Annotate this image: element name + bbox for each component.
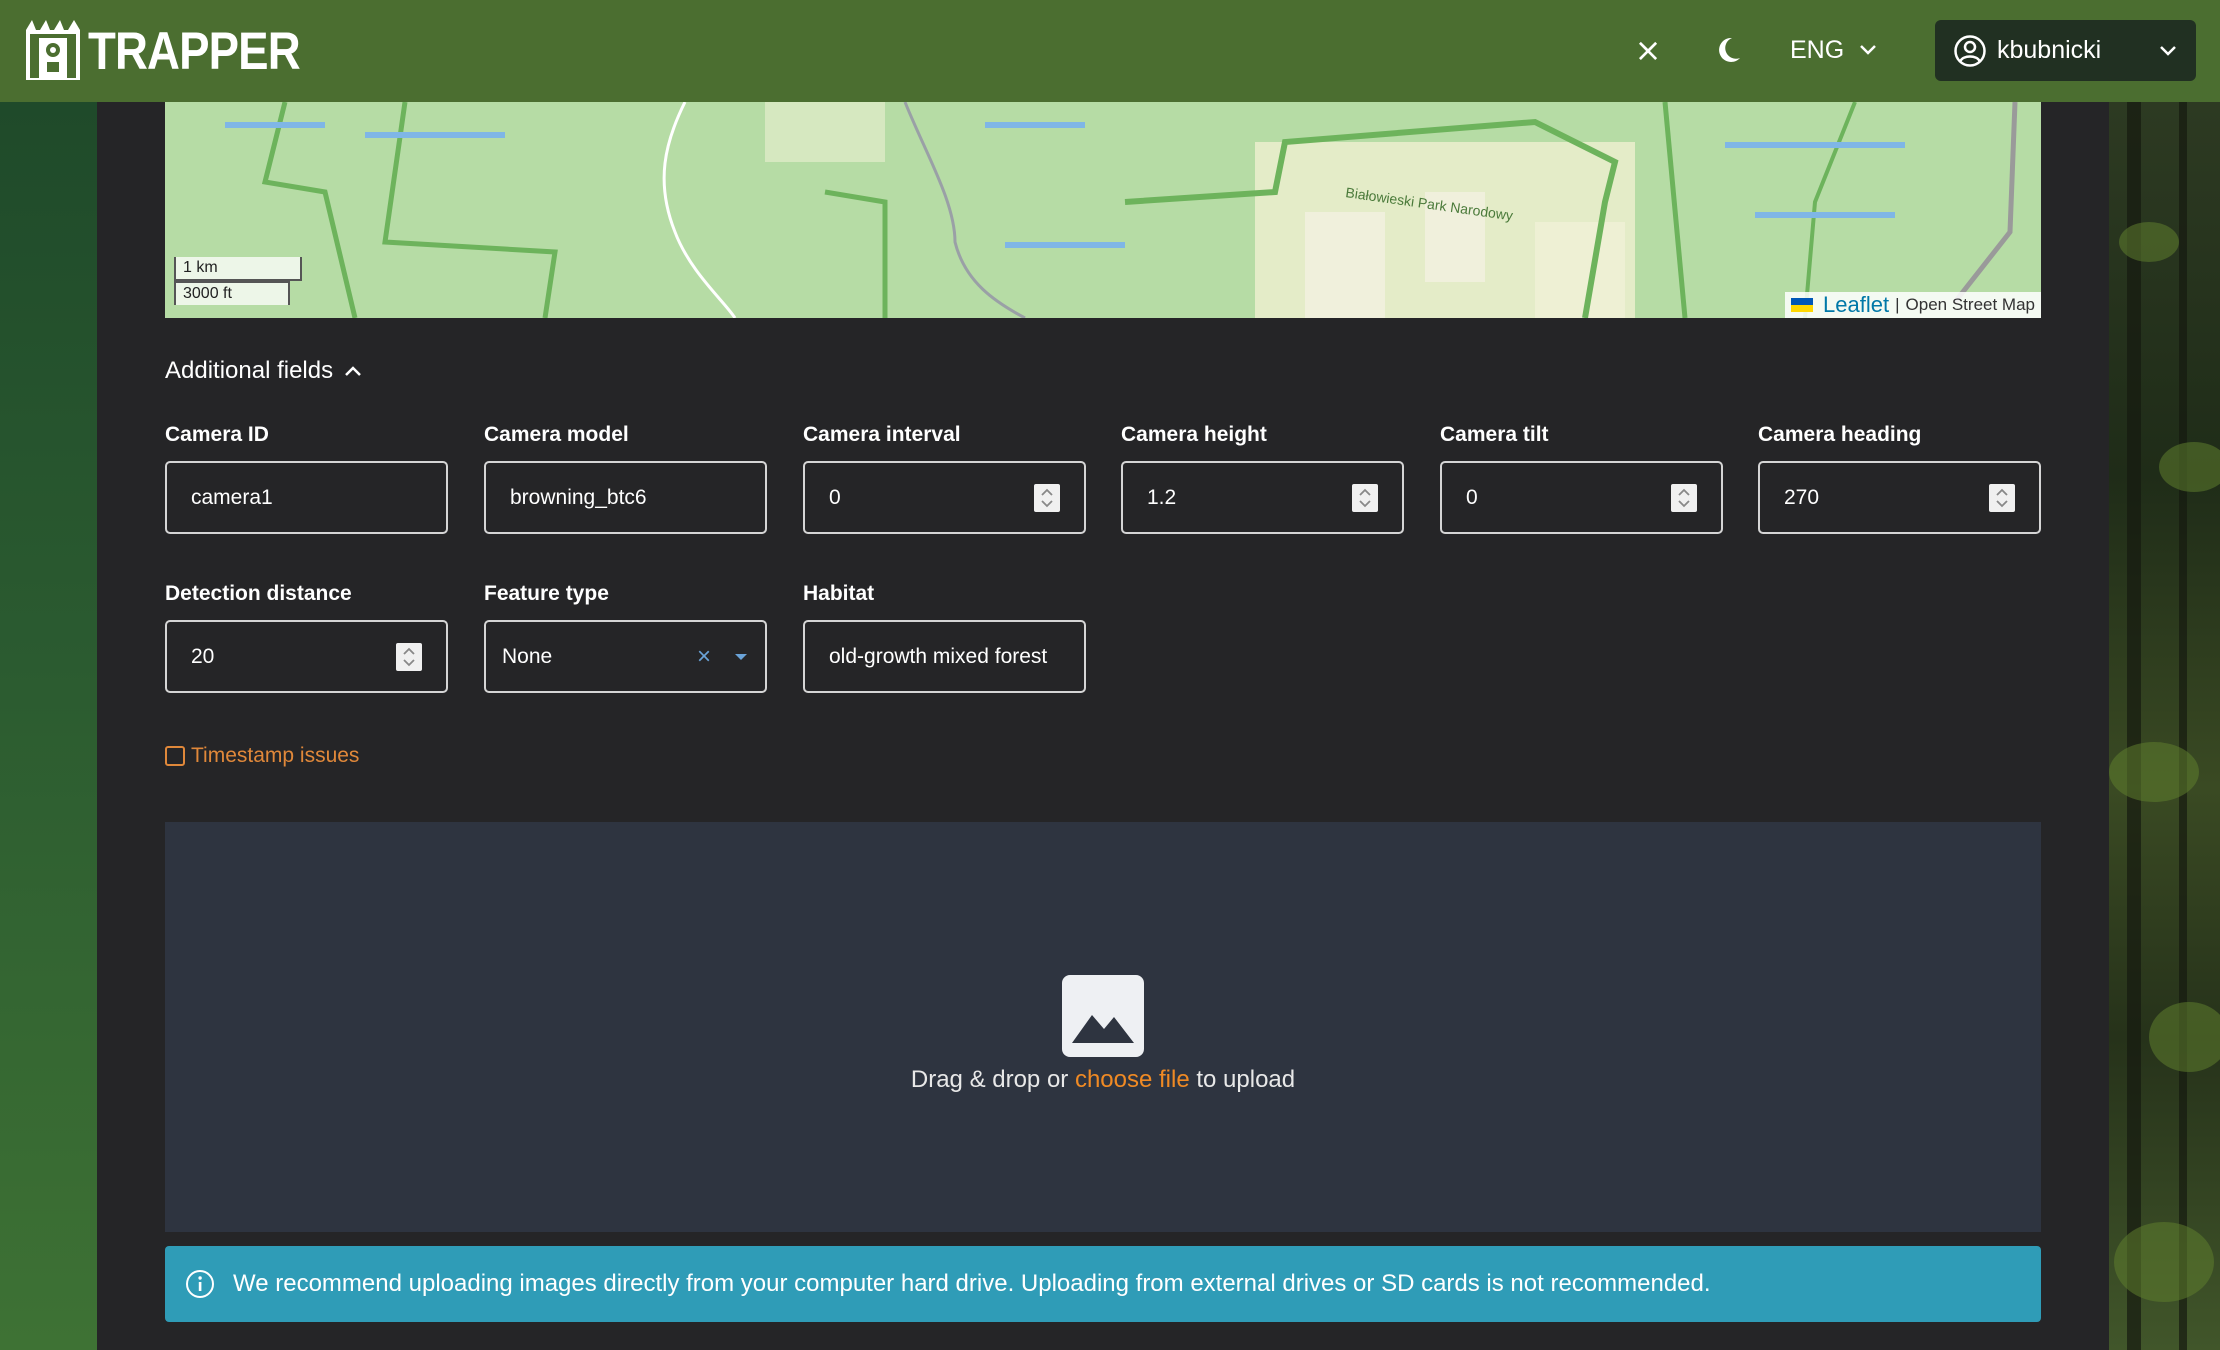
scale-imperial: 3000 ft bbox=[174, 281, 290, 305]
file-dropzone[interactable]: Drag & drop or choose file to upload bbox=[165, 822, 2041, 1232]
map-attribution: Leaflet | Open Street Map bbox=[1785, 292, 2041, 318]
moon-icon bbox=[1719, 37, 1740, 62]
top-navbar: TRAPPER × ENG kbubnicki bbox=[0, 0, 2220, 102]
camera-id-field: Camera ID camera1 bbox=[165, 423, 448, 534]
camera-interval-input[interactable]: 0 bbox=[803, 461, 1086, 534]
camera-id-input[interactable]: camera1 bbox=[165, 461, 448, 534]
chevron-down-icon bbox=[2160, 45, 2176, 56]
camera-tilt-label: Camera tilt bbox=[1440, 423, 1549, 446]
info-icon bbox=[186, 1270, 214, 1298]
camera-interval-label: Camera interval bbox=[803, 423, 961, 446]
scale-metric: 1 km bbox=[174, 257, 302, 281]
username: kbubnicki bbox=[1997, 36, 2102, 64]
trapper-logo[interactable]: TRAPPER bbox=[22, 18, 334, 84]
detection-distance-value: 20 bbox=[191, 644, 215, 668]
camera-id-label: Camera ID bbox=[165, 423, 269, 446]
camera-model-field: Camera model browning_btc6 bbox=[484, 423, 767, 534]
number-spinner-icon[interactable] bbox=[1989, 483, 2015, 512]
ukraine-flag-icon bbox=[1791, 298, 1814, 312]
camera-height-value: 1.2 bbox=[1147, 485, 1177, 509]
camera-trap-logo-icon bbox=[26, 20, 80, 80]
camera-tilt-field: Camera tilt 0 bbox=[1440, 423, 1723, 534]
chevron-down-icon bbox=[1860, 45, 1877, 55]
caret-down-icon[interactable] bbox=[733, 652, 749, 662]
number-spinner-icon[interactable] bbox=[1034, 483, 1060, 512]
user-menu-button[interactable]: kbubnicki bbox=[1935, 20, 2196, 81]
dropzone-instructions: Drag & drop or choose file to upload bbox=[165, 1066, 2041, 1094]
language-selector[interactable]: ENG bbox=[1790, 28, 1878, 72]
feature-type-label: Feature type bbox=[484, 582, 609, 605]
number-spinner-icon[interactable] bbox=[396, 642, 422, 671]
image-icon bbox=[1062, 975, 1144, 1057]
camera-model-label: Camera model bbox=[484, 423, 629, 446]
close-button[interactable]: × bbox=[1630, 28, 1666, 72]
camera-height-field: Camera height 1.2 bbox=[1121, 423, 1404, 534]
upload-recommendation-alert: We recommend uploading images directly f… bbox=[165, 1246, 2041, 1322]
alert-text: We recommend uploading images directly f… bbox=[233, 1270, 1711, 1297]
number-spinner-icon[interactable] bbox=[1671, 483, 1697, 512]
timestamp-issues-checkbox[interactable]: Timestamp issues bbox=[165, 744, 359, 768]
detection-distance-input[interactable]: 20 bbox=[165, 620, 448, 693]
feature-type-select[interactable]: None × bbox=[484, 620, 767, 693]
dropzone-text-after: to upload bbox=[1189, 1066, 1296, 1093]
user-circle-icon bbox=[1954, 34, 1986, 67]
camera-height-input[interactable]: 1.2 bbox=[1121, 461, 1404, 534]
additional-fields-toggle[interactable]: Additional fields bbox=[165, 353, 363, 389]
background-forest-photo bbox=[2109, 102, 2220, 1350]
clear-selection-icon[interactable]: × bbox=[697, 643, 711, 671]
camera-tilt-input[interactable]: 0 bbox=[1440, 461, 1723, 534]
habitat-value: old-growth mixed forest bbox=[829, 644, 1048, 668]
camera-heading-value: 270 bbox=[1784, 485, 1820, 509]
timestamp-issues-label: Timestamp issues bbox=[191, 744, 360, 767]
camera-heading-label: Camera heading bbox=[1758, 423, 1922, 446]
leaflet-link[interactable]: Leaflet bbox=[1823, 292, 1889, 318]
number-spinner-icon[interactable] bbox=[1352, 483, 1378, 512]
habitat-input[interactable]: old-growth mixed forest bbox=[803, 620, 1086, 693]
brand-name: TRAPPER bbox=[88, 21, 301, 81]
camera-interval-field: Camera interval 0 bbox=[803, 423, 1086, 534]
detection-distance-label: Detection distance bbox=[165, 582, 352, 605]
feature-type-value: None bbox=[502, 644, 553, 668]
language-label: ENG bbox=[1790, 35, 1845, 64]
camera-height-label: Camera height bbox=[1121, 423, 1267, 446]
camera-model-value: browning_btc6 bbox=[510, 485, 647, 509]
osm-link[interactable]: Open Street Map bbox=[1906, 295, 2035, 315]
habitat-label: Habitat bbox=[803, 582, 875, 605]
location-map[interactable]: Białowieski Park Narodowy 1 km 3000 ft L… bbox=[165, 102, 2041, 318]
background-left-panel bbox=[0, 102, 97, 1350]
dark-mode-toggle[interactable] bbox=[1712, 30, 1748, 70]
camera-heading-input[interactable]: 270 bbox=[1758, 461, 2041, 534]
checkbox-box[interactable] bbox=[165, 746, 185, 766]
map-scale: 1 km 3000 ft bbox=[174, 257, 302, 305]
chevron-up-icon bbox=[345, 366, 361, 376]
camera-model-input[interactable]: browning_btc6 bbox=[484, 461, 767, 534]
camera-tilt-value: 0 bbox=[1466, 485, 1478, 509]
camera-interval-value: 0 bbox=[829, 485, 841, 509]
habitat-field: Habitat old-growth mixed forest bbox=[803, 582, 1086, 693]
feature-type-field: Feature type None × bbox=[484, 582, 767, 693]
camera-id-value: camera1 bbox=[191, 485, 273, 509]
additional-fields-label: Additional fields bbox=[165, 357, 334, 384]
detection-distance-field: Detection distance 20 bbox=[165, 582, 448, 693]
camera-heading-field: Camera heading 270 bbox=[1758, 423, 2041, 534]
choose-file-link[interactable]: choose file bbox=[1075, 1066, 1190, 1093]
dropzone-text-before: Drag & drop or bbox=[910, 1066, 1075, 1093]
map-tiles: Białowieski Park Narodowy bbox=[165, 102, 2041, 318]
attribution-separator: | bbox=[1895, 295, 1900, 314]
